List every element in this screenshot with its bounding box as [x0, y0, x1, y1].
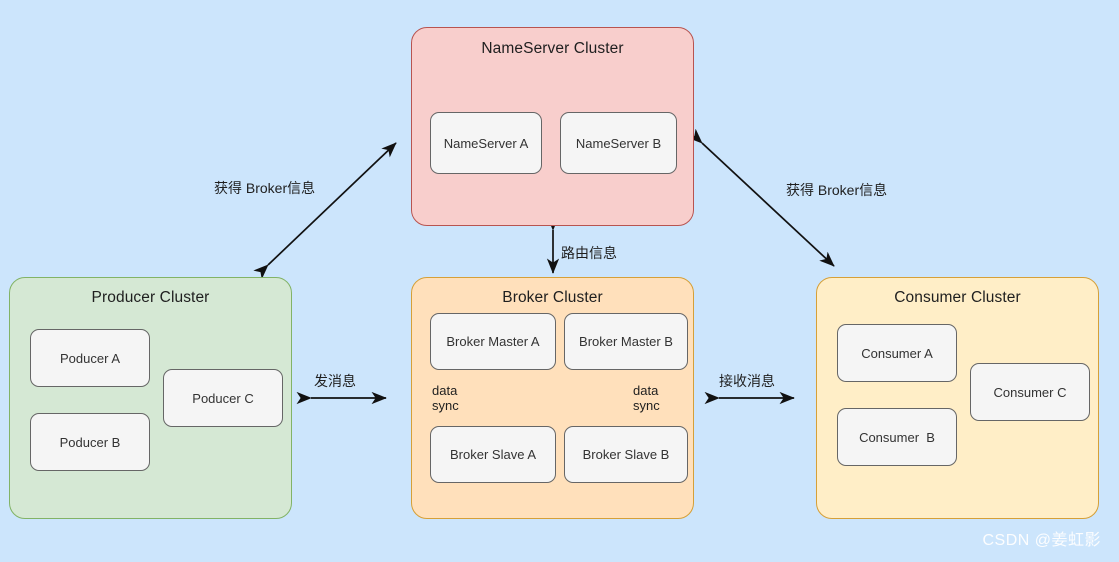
node-poducer-a[interactable]: Poducer A [30, 329, 150, 387]
node-nameserver-b[interactable]: NameServer B [560, 112, 677, 174]
node-broker-slave-b[interactable]: Broker Slave B [564, 426, 688, 483]
node-poducer-c[interactable]: Poducer C [163, 369, 283, 427]
node-poducer-b[interactable]: Poducer B [30, 413, 150, 471]
edge-label-broker-consumer: 接收消息 [719, 373, 775, 389]
edge-producer-nameserver [253, 142, 397, 280]
node-consumer-c[interactable]: Consumer C [970, 363, 1090, 421]
edge-nameserver-consumer [687, 128, 835, 267]
node-broker-slave-a[interactable]: Broker Slave A [430, 426, 556, 483]
cluster-nameserver-title: NameServer Cluster [481, 40, 624, 57]
diagram-canvas: NameServer Cluster NameServer A NameServ… [0, 0, 1119, 562]
node-nameserver-a[interactable]: NameServer A [430, 112, 542, 174]
cluster-consumer-title: Consumer Cluster [894, 289, 1021, 306]
edge-label-data-sync-b: data sync [633, 383, 660, 413]
node-broker-master-a[interactable]: Broker Master A [430, 313, 556, 370]
node-broker-master-b[interactable]: Broker Master B [564, 313, 688, 370]
edge-label-producer-nameserver: 获得 Broker信息 [214, 180, 316, 196]
cluster-broker-title: Broker Cluster [502, 289, 603, 306]
cluster-consumer[interactable]: Consumer Cluster Consumer A Consumer B C… [816, 277, 1099, 519]
node-consumer-b[interactable]: Consumer B [837, 408, 957, 466]
watermark: CSDN @姜虹影 [982, 532, 1101, 549]
edge-label-nameserver-broker: 路由信息 [561, 245, 617, 261]
edge-label-data-sync-a: data sync [432, 383, 459, 413]
cluster-producer[interactable]: Producer Cluster Poducer A Poducer B Pod… [9, 277, 292, 519]
cluster-nameserver[interactable]: NameServer Cluster NameServer A NameServ… [411, 27, 694, 226]
node-consumer-a[interactable]: Consumer A [837, 324, 957, 382]
edge-label-consumer-nameserver: 获得 Broker信息 [786, 182, 888, 198]
edge-label-producer-broker: 发消息 [314, 373, 356, 389]
cluster-producer-title: Producer Cluster [91, 289, 210, 306]
